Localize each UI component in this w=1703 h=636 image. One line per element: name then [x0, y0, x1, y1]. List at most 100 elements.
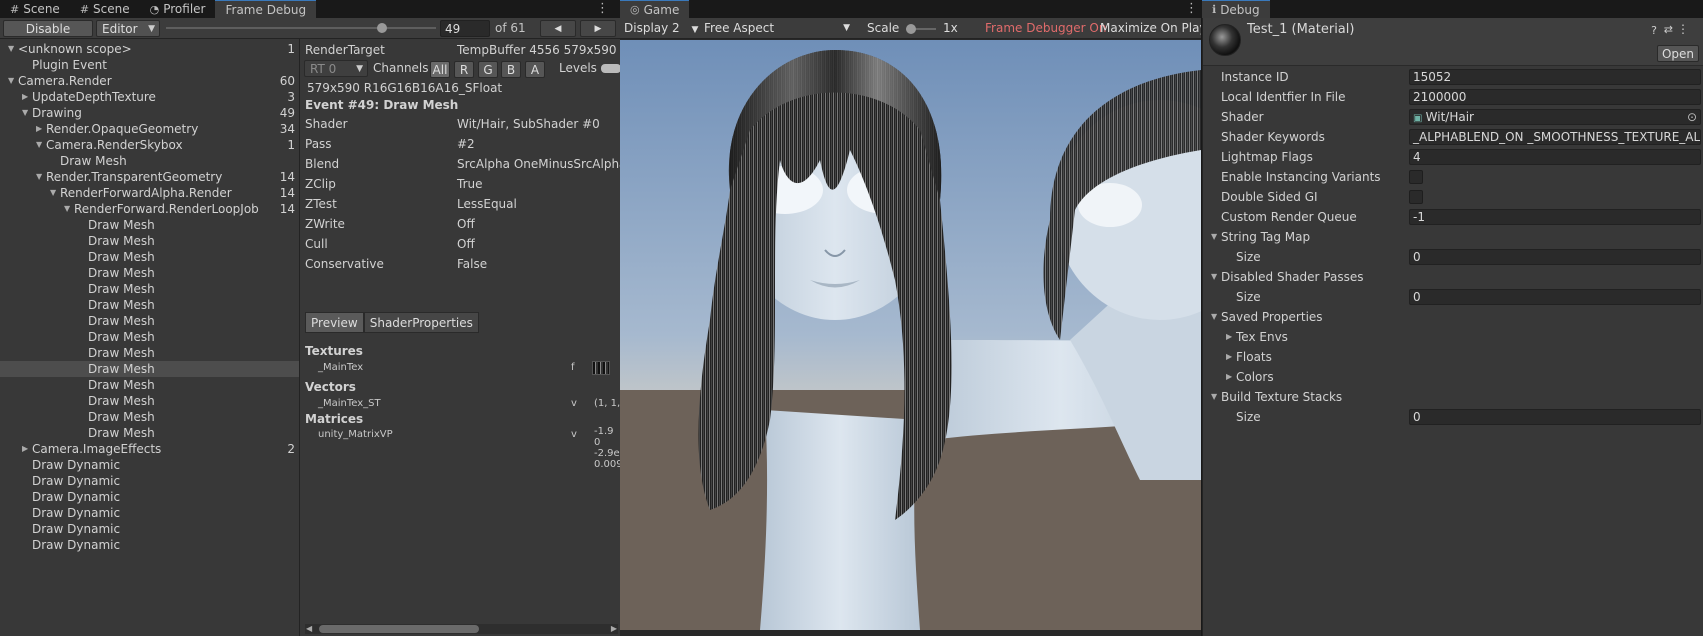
expanded-arrow-icon[interactable]: ▼ — [36, 137, 42, 153]
texture-thumbnail[interactable] — [592, 361, 610, 375]
previous-event-button[interactable]: ◀ — [540, 20, 576, 37]
expanded-arrow-icon[interactable]: ▼ — [22, 105, 28, 121]
kebab-menu-icon[interactable]: ⋮ — [1185, 1, 1198, 16]
collapsed-arrow-icon[interactable]: ▶ — [22, 441, 28, 457]
foldout-expanded-icon[interactable]: ▼ — [1211, 308, 1217, 326]
scroll-left-icon[interactable]: ◀ — [306, 624, 312, 633]
rt-select-dropdown[interactable]: RT 0 ▼ — [304, 60, 368, 77]
expanded-arrow-icon[interactable]: ▼ — [36, 169, 42, 185]
tree-row[interactable]: ▼ Camera.RenderSkybox 1 — [0, 137, 299, 153]
tree-row[interactable]: ▶ Camera.ImageEffects 2 — [0, 441, 299, 457]
tree-row[interactable]: Draw Mesh — [0, 393, 299, 409]
tab-profiler[interactable]: ◔ Profiler — [140, 0, 216, 18]
channel-a-button[interactable]: A — [525, 61, 545, 78]
maximize-on-play-toggle[interactable]: Maximize On Play — [1100, 18, 1201, 39]
expanded-arrow-icon[interactable]: ▼ — [8, 41, 14, 57]
scroll-right-icon[interactable]: ▶ — [611, 624, 617, 633]
tree-row[interactable]: Draw Dynamic — [0, 473, 299, 489]
tree-row[interactable]: Draw Mesh — [0, 345, 299, 361]
tree-row[interactable]: ▶ Render.OpaqueGeometry 34 — [0, 121, 299, 137]
foldout-expanded-icon[interactable]: ▼ — [1211, 388, 1217, 406]
tab-shader-properties[interactable]: ShaderProperties — [363, 312, 479, 333]
tree-row[interactable]: Draw Dynamic — [0, 489, 299, 505]
foldout-expanded-icon[interactable]: ▼ — [1211, 228, 1217, 246]
inspector-value-field[interactable]: 0 — [1409, 409, 1701, 425]
checkbox[interactable] — [1409, 190, 1423, 204]
foldout-collapsed-icon[interactable]: ▶ — [1226, 368, 1232, 386]
details-horizontal-scrollbar[interactable]: ◀ ▶ — [305, 624, 618, 634]
inspector-row-label[interactable]: String Tag Map — [1221, 228, 1310, 246]
checkbox[interactable] — [1409, 170, 1423, 184]
inspector-value-field[interactable]: 15052 — [1409, 69, 1701, 85]
tree-row[interactable]: Draw Mesh — [0, 377, 299, 393]
tree-row[interactable]: Draw Dynamic — [0, 457, 299, 473]
inspector-row-label[interactable]: Tex Envs — [1236, 328, 1288, 346]
aspect-dropdown[interactable]: Free Aspect ▼ — [704, 18, 854, 39]
tree-row[interactable]: ▼ Render.TransparentGeometry 14 — [0, 169, 299, 185]
tree-row[interactable]: Draw Mesh — [0, 153, 299, 169]
channel-r-button[interactable]: R — [454, 61, 474, 78]
tree-row[interactable]: Draw Mesh — [0, 297, 299, 313]
foldout-expanded-icon[interactable]: ▼ — [1211, 268, 1217, 286]
editor-dropdown[interactable]: Editor ▼ — [96, 20, 160, 37]
inspector-row-label[interactable]: Floats — [1236, 348, 1272, 366]
disable-button[interactable]: Disable — [3, 20, 93, 37]
tree-row[interactable]: Draw Mesh — [0, 265, 299, 281]
inspector-row-label[interactable]: Build Texture Stacks — [1221, 388, 1342, 406]
shader-object-field[interactable]: ▣ Wit/Hair ⊙ — [1409, 109, 1701, 125]
tree-row[interactable]: Draw Mesh — [0, 233, 299, 249]
tree-row[interactable]: ▼ Drawing 49 — [0, 105, 299, 121]
object-picker-icon[interactable]: ⊙ — [1687, 110, 1697, 124]
event-slider[interactable] — [166, 27, 436, 29]
tree-row[interactable]: ▶ UpdateDepthTexture 3 — [0, 89, 299, 105]
open-button[interactable]: Open — [1657, 45, 1699, 62]
tab-game[interactable]: ◎ Game — [620, 0, 690, 18]
collapsed-arrow-icon[interactable]: ▶ — [22, 89, 28, 105]
foldout-collapsed-icon[interactable]: ▶ — [1226, 348, 1232, 366]
inspector-value-field[interactable]: -1 — [1409, 209, 1701, 225]
tab-scene-2[interactable]: # Scene — [70, 0, 140, 18]
collapsed-arrow-icon[interactable]: ▶ — [36, 121, 42, 137]
kebab-menu-icon[interactable]: ⋮ — [596, 1, 609, 16]
tree-row[interactable]: Draw Mesh — [0, 409, 299, 425]
event-slider-handle[interactable] — [377, 23, 387, 33]
inspector-row-label[interactable]: Saved Properties — [1221, 308, 1323, 326]
tree-row[interactable]: Draw Dynamic — [0, 505, 299, 521]
display-dropdown[interactable]: Display 2 ▼ — [624, 18, 698, 39]
tab-frame-debug[interactable]: Frame Debug — [215, 0, 317, 18]
scrollbar-thumb[interactable] — [319, 625, 479, 633]
channel-all-button[interactable]: All — [430, 61, 450, 78]
tree-row[interactable]: ▼ <unknown scope> 1 — [0, 41, 299, 57]
tree-row[interactable]: Draw Mesh — [0, 217, 299, 233]
inspector-row-label[interactable]: Colors — [1236, 368, 1274, 386]
tree-row[interactable]: Draw Mesh — [0, 281, 299, 297]
game-render-view[interactable] — [620, 40, 1201, 630]
kebab-menu-icon[interactable]: ⋮ — [1677, 22, 1689, 36]
preset-icon[interactable]: ⇄ — [1664, 23, 1673, 36]
tree-row[interactable]: Draw Mesh — [0, 249, 299, 265]
tree-row[interactable]: Draw Dynamic — [0, 521, 299, 537]
tab-scene-1[interactable]: # Scene — [0, 0, 70, 18]
inspector-row-label[interactable]: Disabled Shader Passes — [1221, 268, 1363, 286]
tree-row[interactable]: Plugin Event — [0, 57, 299, 73]
tree-row[interactable]: Draw Dynamic — [0, 537, 299, 553]
inspector-value-field[interactable]: _ALPHABLEND_ON _SMOOTHNESS_TEXTURE_ALB — [1409, 129, 1701, 145]
tab-preview[interactable]: Preview — [305, 312, 364, 333]
channel-g-button[interactable]: G — [478, 61, 498, 78]
help-icon[interactable]: ? — [1651, 24, 1657, 37]
inspector-value-field[interactable]: 4 — [1409, 149, 1701, 165]
expanded-arrow-icon[interactable]: ▼ — [64, 201, 70, 217]
event-index-field[interactable]: 49 — [440, 20, 490, 37]
scale-slider-handle[interactable] — [906, 24, 916, 34]
channel-b-button[interactable]: B — [501, 61, 521, 78]
expanded-arrow-icon[interactable]: ▼ — [50, 185, 56, 201]
inspector-value-field[interactable]: 2100000 — [1409, 89, 1701, 105]
inspector-value-field[interactable]: 0 — [1409, 289, 1701, 305]
tree-row[interactable]: Draw Mesh — [0, 361, 299, 377]
tree-row[interactable]: Draw Mesh — [0, 329, 299, 345]
foldout-collapsed-icon[interactable]: ▶ — [1226, 328, 1232, 346]
next-event-button[interactable]: ▶ — [580, 20, 616, 37]
tree-row[interactable]: ▼ RenderForward.RenderLoopJob 14 — [0, 201, 299, 217]
tree-row[interactable]: Draw Mesh — [0, 425, 299, 441]
tree-row[interactable]: ▼ Camera.Render 60 — [0, 73, 299, 89]
